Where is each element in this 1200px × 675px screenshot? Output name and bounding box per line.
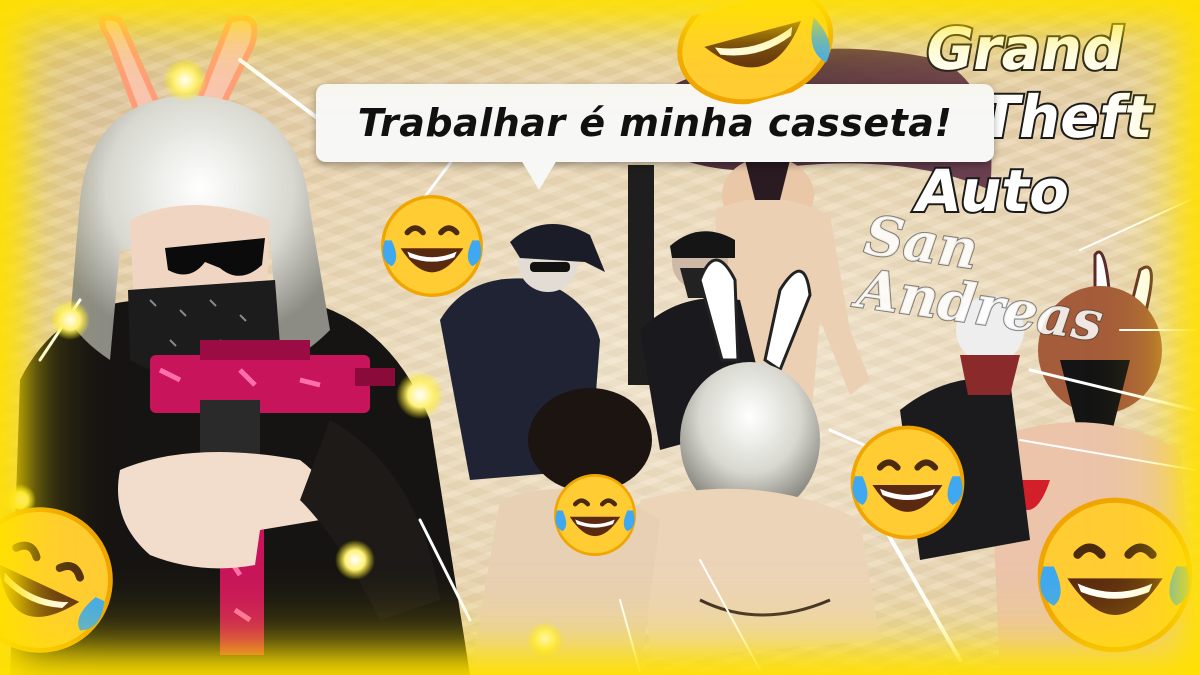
thumbnail-canvas: Grand Theft Auto San Andreas Trabalhar é… (0, 0, 1200, 675)
speech-bubble: Trabalhar é minha casseta! (316, 84, 994, 190)
gta-san-andreas-logo: Grand Theft Auto San Andreas (852, 13, 1190, 355)
speech-text: Trabalhar é minha casseta! (357, 101, 953, 145)
laughing-tears-emoji (1030, 490, 1200, 660)
laughing-tears-emoji (545, 470, 645, 560)
laughing-tears-emoji (368, 190, 496, 302)
logo-line-1: Grand (918, 13, 1132, 85)
emoji-face (381, 195, 483, 297)
logo-line-2: Theft (972, 81, 1161, 153)
laughing-tears-emoji (840, 420, 975, 545)
